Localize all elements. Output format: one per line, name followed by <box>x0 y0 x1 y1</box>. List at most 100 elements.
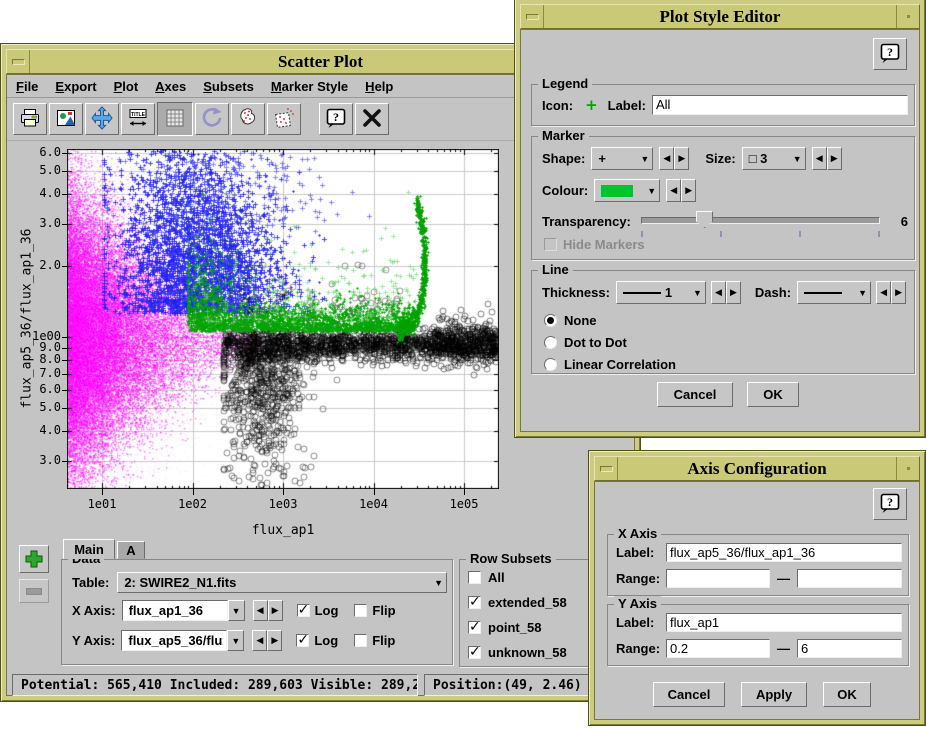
radio-icon[interactable] <box>544 358 557 371</box>
x-axis-dropdown-button[interactable]: ▼ <box>228 600 245 621</box>
colour-prev-button[interactable]: ◀ <box>666 179 681 202</box>
blob-icon <box>236 106 260 133</box>
close-button[interactable] <box>355 103 389 135</box>
slider-track[interactable] <box>641 217 880 224</box>
menu-plot[interactable]: Plot <box>114 79 139 94</box>
x-log-checkbox[interactable] <box>297 604 310 617</box>
minimize-button[interactable] <box>7 50 30 73</box>
x-axis-next-button[interactable]: ▶ <box>268 600 283 621</box>
apply-button[interactable]: Apply <box>741 682 807 707</box>
grid-toggle-button[interactable] <box>157 102 193 136</box>
dash-prev-button[interactable]: ◀ <box>876 281 891 304</box>
radio-icon[interactable] <box>544 336 557 349</box>
cancel-button[interactable]: Cancel <box>653 682 725 707</box>
window-menu-button[interactable] <box>896 5 919 28</box>
ok-button[interactable]: OK <box>823 682 871 707</box>
line-option-dot-to-dot[interactable]: Dot to Dot <box>544 335 627 350</box>
x-tick-label: 1e01 <box>80 497 124 511</box>
x-flip-checkbox[interactable] <box>354 604 367 617</box>
minimize-button[interactable] <box>521 5 544 28</box>
dash-select[interactable]: ▼ <box>797 281 871 304</box>
y-log-checkbox[interactable] <box>296 634 309 647</box>
line-option-none[interactable]: None <box>544 313 597 328</box>
hide-markers-checkbox[interactable] <box>544 238 557 251</box>
blob-subset-button[interactable] <box>231 103 265 135</box>
ok-button[interactable]: OK <box>747 382 799 407</box>
menu-export[interactable]: Export <box>55 79 96 94</box>
y-axis-prev-button[interactable]: ◀ <box>252 630 267 651</box>
legend-label-input[interactable]: All <box>652 95 908 115</box>
window-menu-button[interactable] <box>896 457 919 480</box>
x-axis-group: X Axis Label: flux_ap5_36/flux_ap1_36 Ra… <box>607 534 909 596</box>
tab-main[interactable]: Main <box>63 539 115 559</box>
size-select[interactable]: □ 3▼ <box>742 147 806 170</box>
resize-plot-button[interactable] <box>85 103 119 135</box>
thickness-prev-button[interactable]: ◀ <box>711 281 726 304</box>
dash-next-button[interactable]: ▶ <box>891 281 906 304</box>
x-label-input[interactable]: flux_ap5_36/flux_ap1_36 <box>666 543 902 562</box>
menu-help[interactable]: Help <box>365 79 393 94</box>
size-next-button[interactable]: ▶ <box>827 147 842 170</box>
dash-sample <box>804 292 842 294</box>
line-option-linear-correlation[interactable]: Linear Correlation <box>544 357 676 372</box>
y-range-hi-input[interactable]: 6 <box>797 639 902 658</box>
transparency-slider[interactable] <box>641 211 880 231</box>
cancel-button[interactable]: Cancel <box>657 382 733 407</box>
colour-select[interactable]: ▼ <box>594 179 660 202</box>
region-subset-button[interactable] <box>267 103 301 135</box>
shape-prev-button[interactable]: ◀ <box>659 147 674 170</box>
axis-titlebar[interactable]: Axis Configuration <box>594 456 920 481</box>
print-button[interactable] <box>13 103 47 135</box>
thickness-select[interactable]: 1 ▼ <box>616 281 706 304</box>
pan-arrows-icon <box>90 106 114 133</box>
radio-icon[interactable] <box>544 314 557 327</box>
subset-visible-checkbox[interactable] <box>468 621 481 634</box>
chevron-down-icon: ▼ <box>634 154 649 164</box>
table-label: Table: <box>72 575 109 590</box>
size-prev-button[interactable]: ◀ <box>812 147 827 170</box>
menu-subsets[interactable]: Subsets <box>203 79 254 94</box>
help-button[interactable]: ? <box>873 38 907 70</box>
help-button[interactable]: ? <box>319 103 353 135</box>
tab-a[interactable]: A <box>117 541 145 559</box>
y-flip-checkbox[interactable] <box>354 634 367 647</box>
y-axis-combo[interactable]: flux_ap5_36/flux <box>121 630 227 651</box>
y-axis-row: Y Axis: flux_ap5_36/flux ▼ ◀ ▶ Log Flip <box>72 630 447 651</box>
x-axis-prev-button[interactable]: ◀ <box>253 600 268 621</box>
subset-visible-checkbox[interactable] <box>468 646 481 659</box>
shape-next-button[interactable]: ▶ <box>674 147 689 170</box>
replot-button[interactable] <box>195 103 229 135</box>
plus-icon <box>24 549 44 569</box>
table-select[interactable]: 2: SWIRE2_N1.fits ▼ <box>117 572 447 593</box>
add-tab-button[interactable] <box>19 545 49 573</box>
thickness-next-button[interactable]: ▶ <box>726 281 741 304</box>
pse-titlebar[interactable]: Plot Style Editor <box>520 4 920 29</box>
shape-select[interactable]: +▼ <box>591 147 653 170</box>
menu-axes[interactable]: Axes <box>155 79 186 94</box>
axis-title-button[interactable]: TITLE <box>121 103 155 135</box>
y-range-lo-input[interactable]: 0.2 <box>666 639 770 658</box>
y-tick-label: 3.0 <box>19 453 61 467</box>
subset-visible-checkbox[interactable] <box>468 596 481 609</box>
remove-tab-button[interactable] <box>19 579 49 603</box>
x-range-hi-input[interactable] <box>797 569 902 588</box>
help-button[interactable]: ? <box>873 488 907 520</box>
minimize-button[interactable] <box>595 457 618 480</box>
subset-visible-checkbox[interactable] <box>468 571 481 584</box>
export-image-button[interactable] <box>49 103 83 135</box>
y-axis-next-button[interactable]: ▶ <box>267 630 282 651</box>
x-range-lo-input[interactable] <box>666 569 770 588</box>
plot-style-editor-window: Plot Style Editor ? Legend Icon: + Label… <box>514 0 926 438</box>
slider-thumb[interactable] <box>696 211 713 228</box>
minimize-icon <box>526 14 539 20</box>
menu-marker-style[interactable]: Marker Style <box>271 79 348 94</box>
help-icon: ? <box>878 491 902 518</box>
colour-next-button[interactable]: ▶ <box>681 179 696 202</box>
x-axis-combo[interactable]: flux_ap1_36 <box>122 600 228 621</box>
line-sample <box>623 292 661 294</box>
y-label-input[interactable]: flux_ap1 <box>666 613 902 632</box>
minimize-icon <box>12 59 25 65</box>
menu-file[interactable]: File <box>16 79 38 94</box>
y-axis-dropdown-button[interactable]: ▼ <box>227 630 244 651</box>
scatter-plot-canvas[interactable] <box>67 149 499 489</box>
